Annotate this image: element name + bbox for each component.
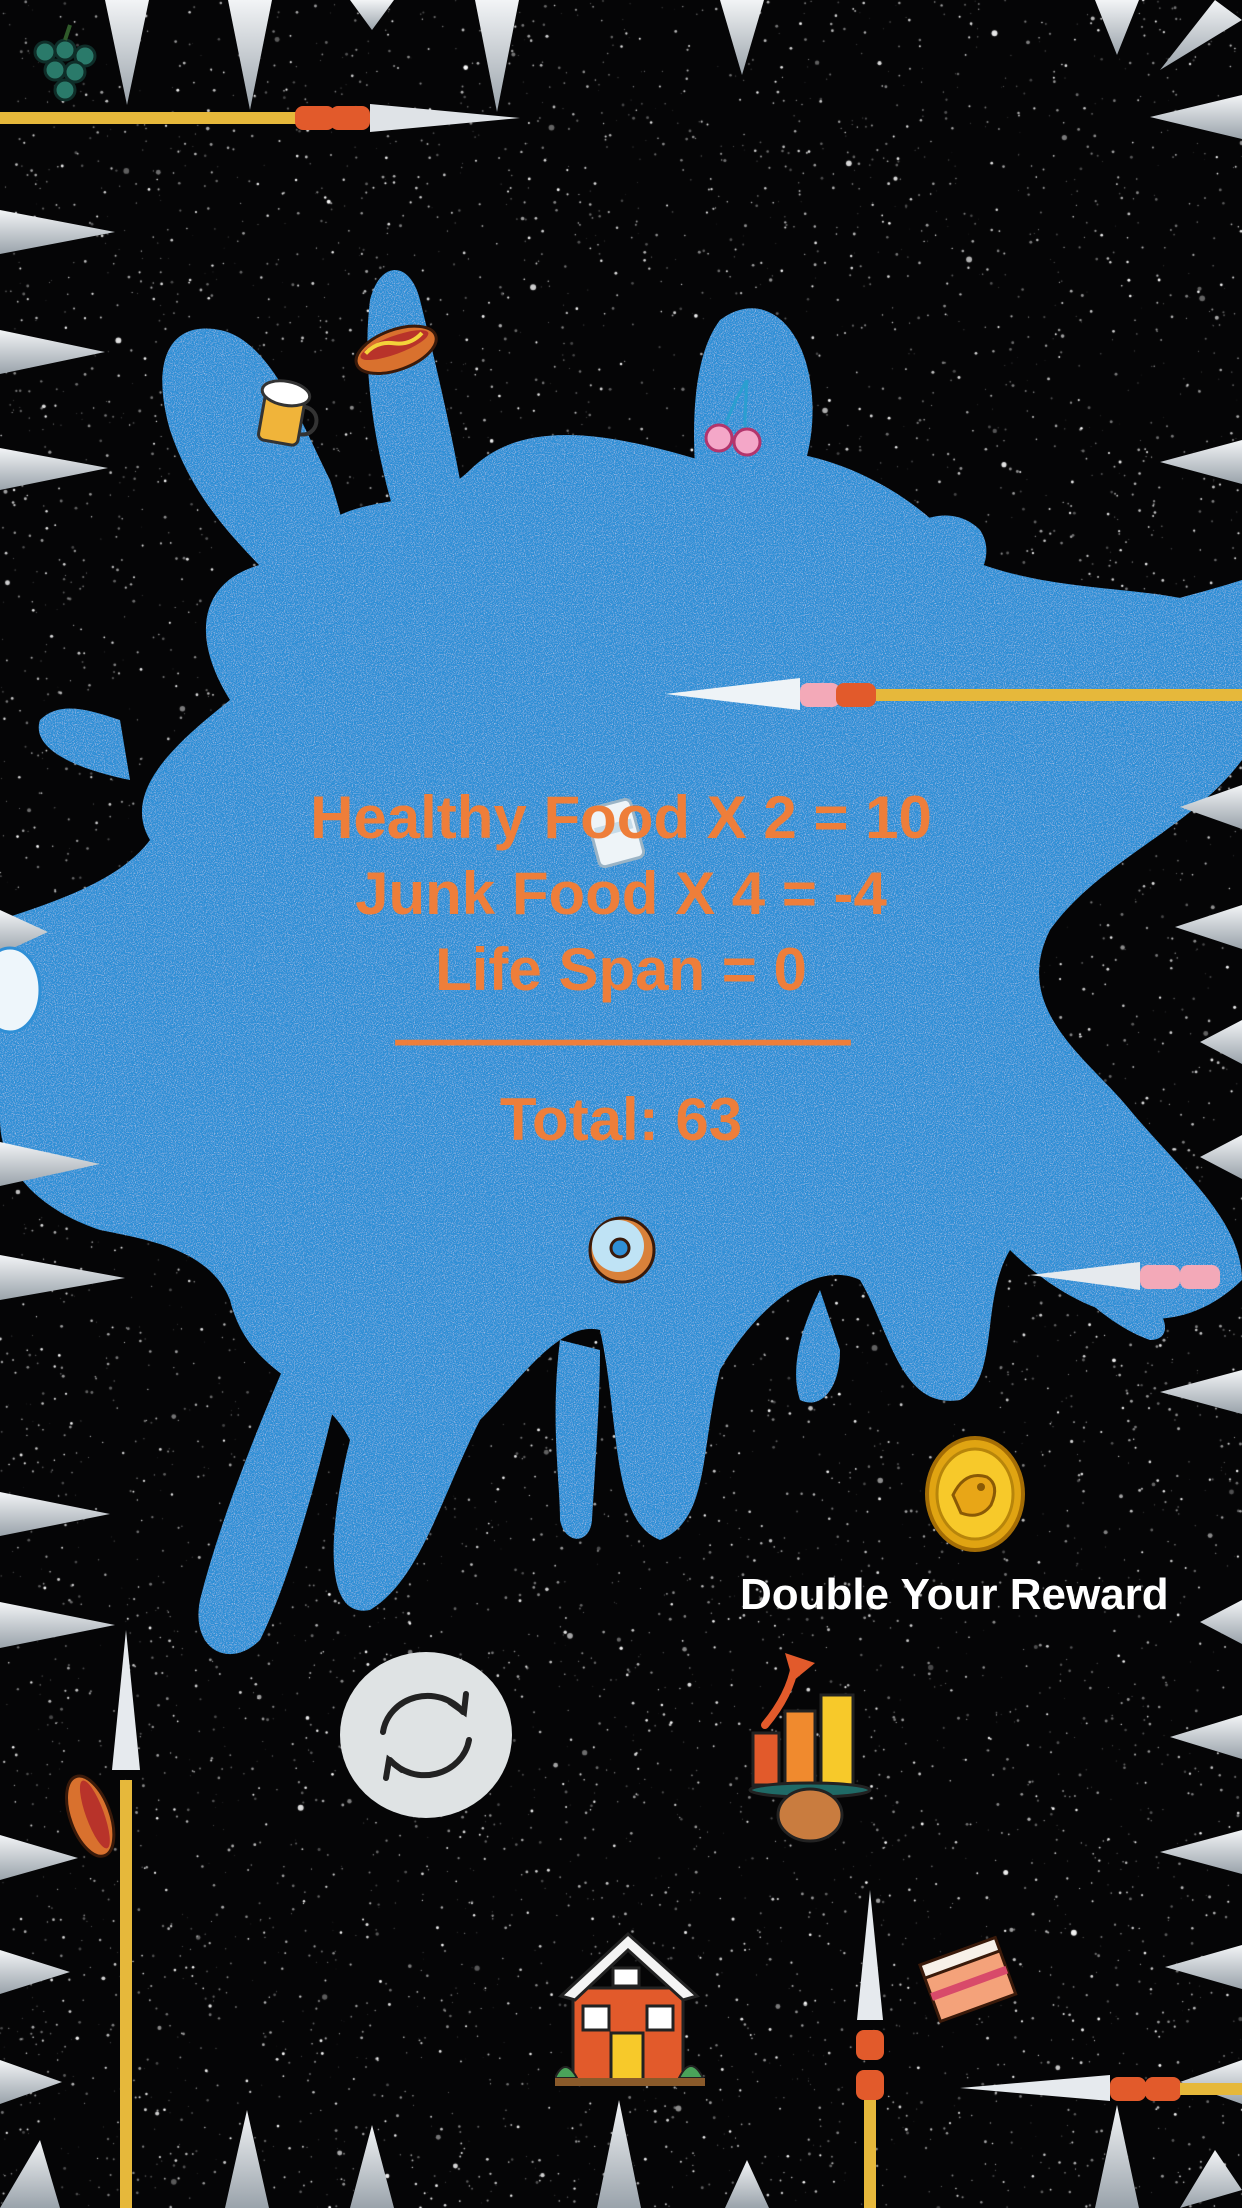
score-divider: -------------------------------------- <box>393 1013 852 1066</box>
score-boost-icon <box>748 1653 872 1843</box>
spear-bottom-center <box>856 1890 884 2208</box>
beer-mug-icon <box>257 379 319 447</box>
healthy-food-score: Healthy Food X 2 = 10 <box>310 784 932 851</box>
gold-coin-icon[interactable] <box>925 1435 1025 1553</box>
hotdog-icon <box>354 324 438 375</box>
spear-middle-right <box>665 678 1242 710</box>
donut-icon <box>588 1216 656 1284</box>
home-button[interactable] <box>555 1928 705 2093</box>
spear-top-left <box>0 104 520 132</box>
replay-button[interactable] <box>338 1650 514 1820</box>
life-span-score: Life Span = 0 <box>435 936 807 1003</box>
score-boost-button[interactable] <box>745 1645 885 1845</box>
grapes-icon <box>33 24 97 102</box>
spear-lower-right <box>1030 1262 1220 1290</box>
total-score: Total: 63 <box>499 1086 743 1153</box>
junk-food-score: Junk Food X 4 = -4 <box>355 860 887 927</box>
cake-slice-icon <box>918 1935 1018 2024</box>
hotdog-bottom-icon <box>65 1774 116 1858</box>
cherries-icon <box>704 379 762 457</box>
spear-bottom-left <box>112 1630 140 2208</box>
home-icon <box>555 1931 705 2086</box>
double-reward-label[interactable]: Double Your Reward <box>740 1570 1220 1620</box>
